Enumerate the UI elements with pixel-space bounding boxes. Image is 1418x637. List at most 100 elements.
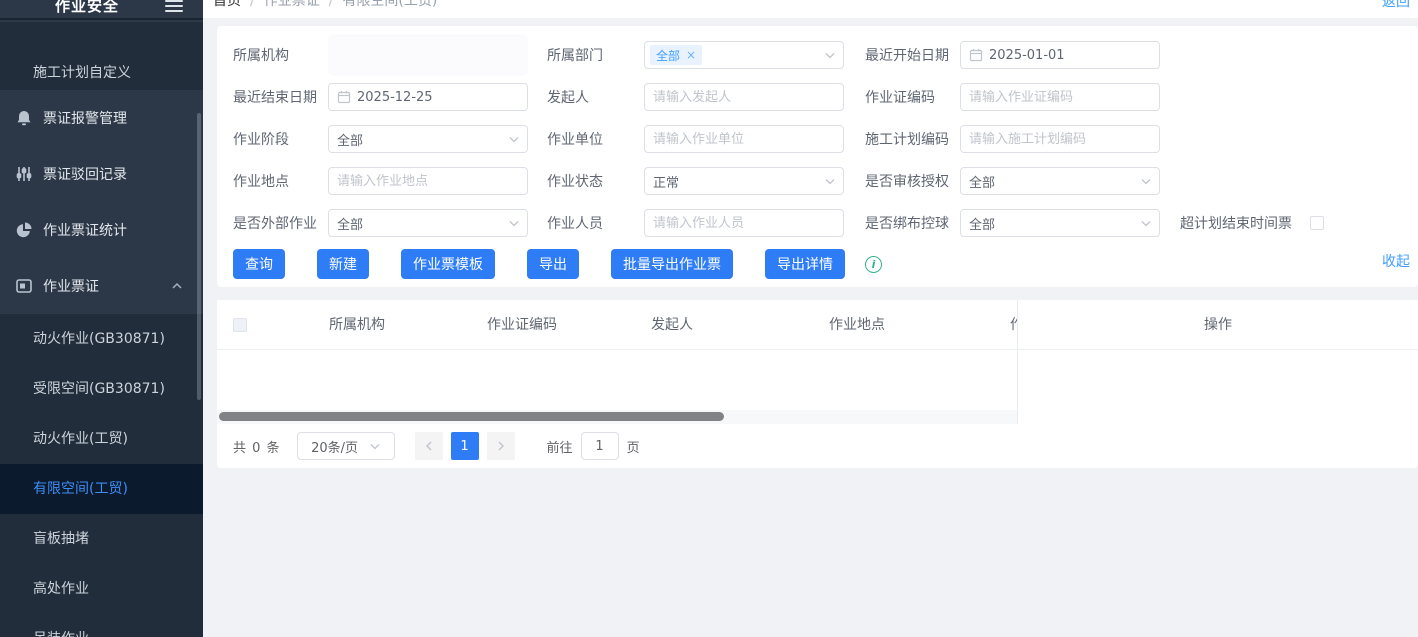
sidebar-item-ticket-reject-log[interactable]: 票证驳回记录 [0, 146, 203, 202]
chevron-right-icon [497, 441, 505, 451]
sidebar-item-hot-work-gb[interactable]: 动火作业(GB30871) [0, 314, 203, 364]
breadcrumb-section[interactable]: 作业票证 [264, 0, 320, 9]
scrollbar-thumb[interactable] [219, 412, 724, 421]
org-field[interactable] [328, 34, 528, 76]
external-label: 是否外部作业 [233, 213, 328, 233]
close-icon[interactable]: × [686, 48, 696, 62]
create-button[interactable]: 新建 [317, 249, 369, 279]
sidebar-item-ticket-statistics[interactable]: 作业票证统计 [0, 202, 203, 258]
calendar-icon [337, 90, 351, 104]
data-table: 所属机构 作业证编码 发起人 作业地点 作 操作 [217, 300, 1418, 424]
breadcrumb-home[interactable]: 首页 [213, 0, 241, 9]
filter-panel: 所属机构 所属部门 全部× 最近开始日期 2025-01-01 [217, 26, 1418, 287]
recent-end-date-picker[interactable]: 2025-12-25 [328, 83, 528, 111]
sidebar-header: 作业安全 [0, 0, 203, 20]
dept-label: 所属部门 [547, 45, 644, 65]
personnel-input[interactable] [653, 216, 835, 231]
overplan-checkbox[interactable] [1310, 216, 1324, 230]
prev-page-button[interactable] [415, 432, 443, 460]
sidebar-item-label: 作业票证 [43, 276, 99, 296]
overplan-label: 超计划结束时间票 [1180, 213, 1292, 233]
org-label: 所属机构 [233, 45, 328, 65]
location-field [328, 167, 528, 195]
recent-end-label: 最近结束日期 [233, 87, 328, 107]
sidebar-item-lifting-work[interactable]: 吊装作业 [0, 614, 203, 637]
sidebar-item-construction-plan[interactable]: 施工计划自定义 [0, 22, 203, 72]
initiator-field [644, 83, 844, 111]
location-input[interactable] [337, 174, 519, 189]
initiator-input[interactable] [653, 90, 835, 105]
sidebar: 作业安全 施工计划自定义 票证报警管理 票证驳回记录 [0, 0, 203, 637]
chevron-down-icon [509, 220, 519, 227]
dept-select[interactable]: 全部× [644, 41, 844, 69]
sliders-icon [14, 164, 34, 184]
sidebar-scrollbar[interactable] [197, 113, 201, 400]
plan-code-label: 施工计划编码 [865, 129, 960, 149]
goto-label: 前往 [547, 437, 573, 456]
chevron-down-icon [509, 136, 519, 143]
permit-code-input[interactable] [969, 90, 1151, 105]
table-fixed-column: 操作 [1017, 300, 1418, 424]
sidebar-item-ticket-alarm[interactable]: 票证报警管理 [0, 90, 203, 146]
next-page-button[interactable] [487, 432, 515, 460]
sidebar-item-work-at-height[interactable]: 高处作业 [0, 564, 203, 614]
column-header-permit-code: 作业证编码 [487, 300, 557, 350]
stage-select[interactable]: 全部 [328, 125, 528, 153]
search-button[interactable]: 查询 [233, 249, 285, 279]
app-window: 作业安全 施工计划自定义 票证报警管理 票证驳回记录 [0, 0, 1418, 637]
sidebar-item-label: 作业票证统计 [43, 220, 127, 240]
collapse-link[interactable]: 收起 [1382, 251, 1410, 271]
select-all-checkbox[interactable] [233, 318, 247, 332]
table-panel: 所属机构 作业证编码 发起人 作业地点 作 操作 共 0 条 20条/页 [217, 300, 1418, 468]
chevron-down-icon [1141, 220, 1151, 227]
personnel-label: 作业人员 [547, 213, 644, 233]
sidebar-item-blind-plate[interactable]: 盲板抽堵 [0, 514, 203, 564]
personnel-field [644, 209, 844, 237]
audit-auth-label: 是否审核授权 [865, 171, 960, 191]
pie-chart-icon [14, 220, 34, 240]
dept-tag: 全部× [650, 45, 702, 65]
chevron-down-icon [370, 443, 380, 450]
status-label: 作业状态 [547, 171, 644, 191]
work-unit-input[interactable] [653, 132, 835, 147]
breadcrumb: 首页/作业票证/有限空间(工贸) [213, 0, 437, 12]
goto-page-input[interactable] [581, 432, 619, 460]
work-unit-field [644, 125, 844, 153]
main-content: 首页/作业票证/有限空间(工贸) 返回 所属机构 所属部门 全部× [203, 0, 1418, 637]
hamburger-icon[interactable] [165, 0, 183, 14]
sidebar-item-confined-space-gb[interactable]: 受限空间(GB30871) [0, 364, 203, 414]
permit-code-field [960, 83, 1160, 111]
location-label: 作业地点 [233, 171, 328, 191]
ticket-template-button[interactable]: 作业票模板 [401, 249, 495, 279]
column-header-org: 所属机构 [329, 300, 385, 350]
info-icon[interactable]: i [865, 256, 882, 273]
batch-export-button[interactable]: 批量导出作业票 [611, 249, 733, 279]
column-header-initiator: 发起人 [651, 300, 693, 350]
sidebar-item-work-tickets[interactable]: 作业票证 [0, 258, 203, 314]
sidebar-item-limited-space-trade[interactable]: 有限空间(工贸) [0, 464, 203, 514]
table-horizontal-scrollbar [217, 410, 1017, 424]
sidebar-item-hot-work-trade[interactable]: 动火作业(工贸) [0, 414, 203, 464]
ticket-icon [14, 276, 34, 296]
stage-label: 作业阶段 [233, 129, 328, 149]
permit-code-label: 作业证编码 [865, 87, 960, 107]
goto-page: 前往 页 [547, 432, 640, 460]
back-link[interactable]: 返回 [1382, 0, 1410, 13]
plan-code-input[interactable] [969, 132, 1151, 147]
chevron-down-icon [1141, 178, 1151, 185]
chevron-down-icon [825, 178, 835, 185]
external-select[interactable]: 全部 [328, 209, 528, 237]
page-size-select[interactable]: 20条/页 [297, 432, 395, 460]
control-ball-select[interactable]: 全部 [960, 209, 1160, 237]
recent-end-date-value: 2025-12-25 [357, 90, 433, 105]
status-select[interactable]: 正常 [644, 167, 844, 195]
plan-code-field [960, 125, 1160, 153]
export-button[interactable]: 导出 [527, 249, 579, 279]
audit-auth-select[interactable]: 全部 [960, 167, 1160, 195]
page-number-active[interactable]: 1 [451, 432, 479, 460]
control-ball-label: 是否绑布控球 [865, 213, 960, 233]
breadcrumb-current: 有限空间(工贸) [342, 0, 437, 9]
recent-start-date-picker[interactable]: 2025-01-01 [960, 41, 1160, 69]
export-detail-button[interactable]: 导出详情 [765, 249, 845, 279]
goto-unit: 页 [627, 437, 640, 456]
